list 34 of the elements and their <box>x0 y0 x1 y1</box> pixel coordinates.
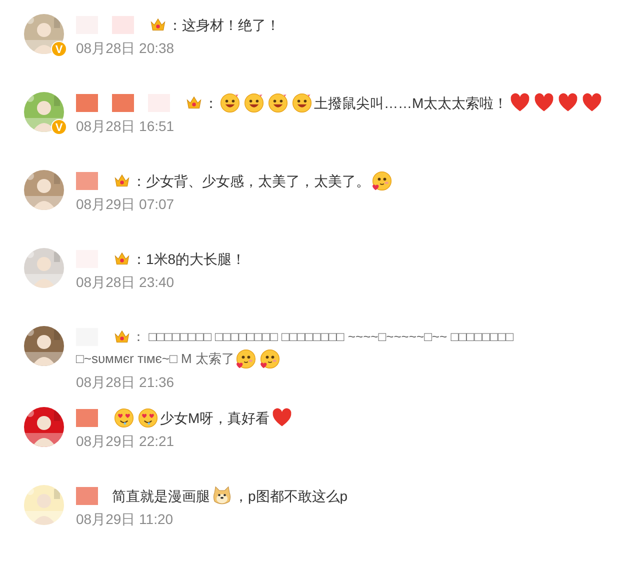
heart-icon <box>532 92 555 114</box>
comment-text: ： □□□□□□□□ □□□□□□□□ □□□□□□□□ ~~~~□~~~~~□~~ □□□□□□□□ <box>132 328 514 346</box>
comment-text: □~ѕυммєr тιмє~□ M 太索了 <box>76 350 234 368</box>
heart-eyes-face-icon <box>137 407 159 429</box>
comment-text: 简直就是漫画腿 <box>112 486 210 506</box>
comment-text: 土撥鼠尖叫……M太太太索啦！ <box>314 94 508 112</box>
blushing-face-icon <box>371 170 393 192</box>
comment-time: 08月28日 16:51 <box>76 117 176 136</box>
comment-text: ：1米8的大长腿！ <box>132 250 246 268</box>
comment-text: ：这身材！绝了！ <box>168 16 280 34</box>
comment-text: ，p图都不敢这么p <box>234 486 348 506</box>
blushing-face-icon <box>235 348 258 370</box>
comment-time: 08月29日 22:21 <box>76 432 176 451</box>
comment-time: 08月28日 23:40 <box>76 273 176 292</box>
heart-eyes-face-icon <box>113 407 135 429</box>
grinning-face-icon <box>243 92 265 114</box>
heart-icon <box>270 407 293 429</box>
heart-icon <box>556 92 579 114</box>
dog-face-icon <box>211 485 233 507</box>
heart-icon <box>580 92 603 114</box>
blushing-face-icon <box>259 348 282 370</box>
comment-text: ：少女背、少女感，太美了，太美了。 <box>132 172 370 190</box>
comment-text: 少女M呀，真好看 <box>160 408 270 428</box>
comment-time: 08月28日 20:38 <box>76 39 176 58</box>
verified-badge: V <box>51 41 67 57</box>
heart-icon <box>508 92 531 114</box>
comment-time: 08月29日 11:20 <box>76 510 174 529</box>
comment-text: ： <box>204 94 218 112</box>
grinning-face-icon <box>291 92 313 114</box>
verified-badge: V <box>51 119 67 135</box>
grinning-face-icon <box>219 92 241 114</box>
comment-time: 08月29日 07:07 <box>76 195 176 214</box>
comment-time: 08月28日 21:36 <box>76 373 176 392</box>
grinning-face-icon <box>267 92 289 114</box>
